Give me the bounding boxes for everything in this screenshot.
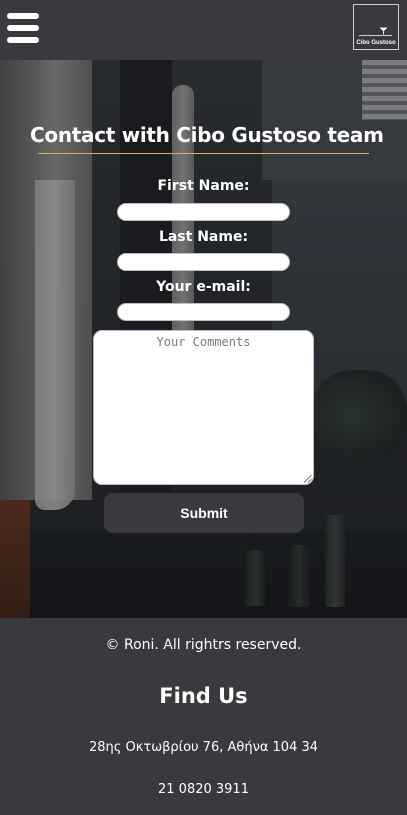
find-us-heading: Find Us	[159, 684, 248, 708]
address-text: 28ης Οκτωβρίου 76, Αθήνα 104 34	[88, 740, 319, 755]
submit-button[interactable]: Submit	[104, 493, 304, 533]
form-title: Contact with Cibo Gustoso team	[30, 123, 384, 147]
email-label: Your e-mail:	[156, 279, 251, 295]
site-logo[interactable]: Cibo Gustoso	[353, 4, 399, 50]
comments-textarea[interactable]	[93, 330, 314, 485]
last-name-label: Last Name:	[158, 229, 249, 245]
title-underline	[38, 153, 369, 154]
cocktail-glass-icon	[379, 27, 388, 35]
email-field[interactable]	[117, 303, 290, 321]
logo-text: Cibo Gustoso	[356, 40, 396, 46]
contact-hero-section: Contact with Cibo Gustoso team First Nam…	[0, 60, 407, 618]
hamburger-menu-icon[interactable]	[7, 13, 39, 43]
copyright-text: © Roni. All rightrs reserved.	[105, 637, 302, 653]
top-header: Cibo Gustoso	[0, 0, 407, 60]
resize-grip-icon[interactable]	[303, 474, 312, 483]
site-footer: © Roni. All rightrs reserved. Find Us 28…	[0, 618, 407, 815]
first-name-field[interactable]	[117, 203, 290, 221]
logo-rule	[359, 35, 392, 36]
first-name-label: First Name:	[157, 178, 250, 194]
last-name-field[interactable]	[117, 253, 290, 271]
phone-number[interactable]: 21 0820 3911	[0, 782, 407, 797]
